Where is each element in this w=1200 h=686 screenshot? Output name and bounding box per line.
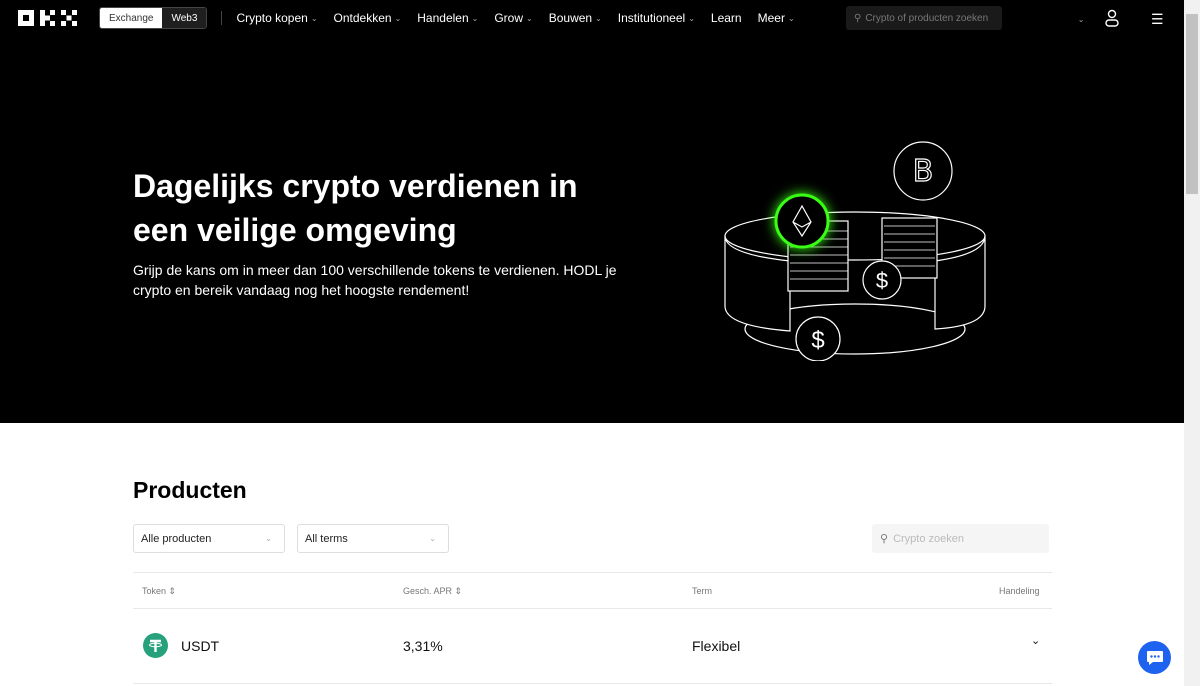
usdt-icon	[143, 633, 168, 658]
token-name: USDT	[181, 638, 220, 654]
nav-item-institutioneel[interactable]: Institutioneel ⌄	[618, 11, 695, 25]
search-icon: ⚲	[880, 533, 889, 545]
product-filter-select[interactable]: Alle producten ⌄	[133, 524, 285, 553]
svg-text:B: B	[913, 154, 934, 189]
divider	[133, 572, 1052, 573]
divider	[221, 11, 223, 25]
scrollbar-thumb[interactable]	[1186, 14, 1198, 194]
hamburger-menu-icon[interactable]: ☰	[1151, 11, 1164, 28]
column-header-token[interactable]: Token ⇕	[142, 586, 176, 597]
top-nav: Exchange Web3 Crypto kopen ⌄ Ontdekken ⌄ Han…	[0, 0, 1184, 36]
chevron-down-icon: ⌄	[595, 13, 602, 23]
user-icon[interactable]	[1104, 9, 1120, 27]
nav-item-bouwen[interactable]: Bouwen ⌄	[549, 11, 602, 25]
nav-item-ontdekken[interactable]: Ontdekken ⌄	[334, 11, 402, 25]
main-menu: Crypto kopen ⌄ Ontdekken ⌄ Handelen ⌄ Grow ⌄ Bou…	[236, 11, 794, 25]
divider	[133, 608, 1052, 609]
divider	[133, 683, 1052, 684]
nav-item-meer[interactable]: Meer ⌄	[758, 11, 795, 25]
column-header-action: Handeling	[999, 586, 1040, 596]
sort-icon: ⇕	[168, 586, 177, 596]
column-header-term: Term	[692, 586, 712, 596]
exchange-web3-toggle: Exchange Web3	[99, 7, 208, 29]
hero-title: Dagelijks crypto verdienen in een veilig…	[133, 168, 578, 248]
nav-item-crypto-kopen[interactable]: Crypto kopen ⌄	[236, 11, 317, 25]
earn-illustration: B $ $	[724, 141, 986, 361]
chat-icon	[1146, 650, 1163, 665]
hero-banner: Dagelijks crypto verdienen in een veilig…	[0, 36, 1184, 423]
nav-item-learn[interactable]: Learn	[711, 11, 742, 25]
chevron-down-icon: ⌄	[688, 13, 695, 23]
term-value: Flexibel	[692, 638, 741, 654]
chevron-down-icon: ⌄	[265, 534, 272, 543]
chat-support-button[interactable]	[1138, 641, 1171, 674]
apr-value: 3,31%	[403, 638, 443, 654]
search-icon: ⚲	[854, 12, 862, 24]
svg-text:$: $	[811, 327, 824, 354]
chevron-down-icon: ⌄	[471, 13, 479, 23]
sort-icon: ⇕	[454, 586, 463, 596]
global-search-input[interactable]: ⚲ Crypto of producten zoeken	[846, 6, 1002, 30]
expand-chevron-icon[interactable]: ⌄	[1031, 634, 1040, 647]
chevron-down-icon: ⌄	[787, 13, 795, 23]
chevron-down-icon: ⌄	[394, 13, 402, 23]
assets-menu[interactable]: Bezittingen ⌄	[1015, 11, 1084, 25]
term-filter-select[interactable]: All terms ⌄	[297, 524, 449, 553]
chevron-down-icon: ⌄	[429, 534, 436, 543]
nav-item-handelen[interactable]: Handelen ⌄	[417, 11, 478, 25]
chevron-down-icon: ⌄	[310, 13, 318, 23]
okx-logo[interactable]	[18, 10, 78, 26]
chevron-down-icon: ⌄	[1077, 15, 1085, 24]
hero-subtitle: Grijp de kans om in meer dan 100 verschi…	[133, 262, 617, 298]
crypto-search-input[interactable]: ⚲ Crypto zoeken	[872, 524, 1049, 553]
exchange-tab[interactable]: Exchange	[100, 8, 163, 28]
web3-tab[interactable]: Web3	[162, 8, 207, 28]
chevron-down-icon: ⌄	[526, 13, 533, 23]
products-title: Producten	[133, 477, 247, 503]
svg-text:$: $	[876, 268, 888, 293]
nav-item-grow[interactable]: Grow ⌄	[494, 11, 532, 25]
column-header-apr[interactable]: Gesch. APR ⇕	[403, 586, 462, 597]
